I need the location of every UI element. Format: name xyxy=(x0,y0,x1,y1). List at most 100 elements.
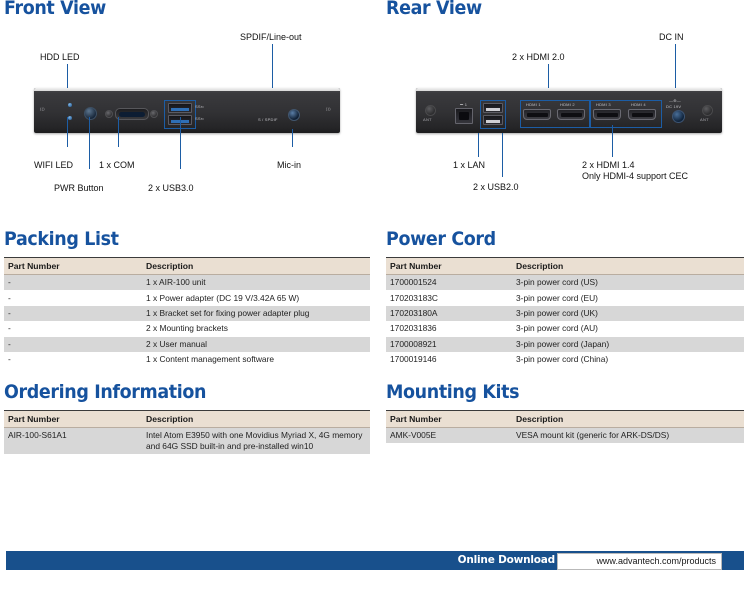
hdmi-port-4-inner xyxy=(631,112,653,117)
cell-description: 3-pin power cord (US) xyxy=(512,274,744,291)
power-cord-table: Part Number Description 1700001524 3-pin … xyxy=(386,257,744,368)
packing-list-thead: Part Number Description xyxy=(4,257,370,275)
front-panel-chassis: (() SS⇐ SS⇐ S / SPDIF))) xyxy=(34,88,340,133)
cell-part-number: - xyxy=(4,321,142,337)
dc-in-jack xyxy=(672,110,685,123)
callout-hdmi14: 2 x HDMI 1.4 Only HDMI-4 support CEC xyxy=(582,160,688,181)
callout-hdmi14-line2: Only HDMI-4 support CEC xyxy=(582,170,689,181)
front-left-marking: (() xyxy=(40,106,45,111)
cell-part-number: 1700019146 xyxy=(386,351,512,368)
col-description: Description xyxy=(142,410,370,428)
callout-hdmi20: 2 x HDMI 2.0 xyxy=(512,52,565,62)
mounting-kits-thead: Part Number Description xyxy=(386,410,744,428)
callout-line-hdmi14 xyxy=(612,125,613,157)
usb20-tongue-bottom xyxy=(486,119,500,123)
cell-description: 2 x User manual xyxy=(142,336,370,352)
cell-part-number: 170203180A xyxy=(386,305,512,322)
col-description: Description xyxy=(142,257,370,275)
cell-description: 3-pin power cord (UK) xyxy=(512,305,744,322)
cell-description: 3-pin power cord (Japan) xyxy=(512,336,744,352)
usb30-marking-bottom: SS⇐ xyxy=(195,116,205,121)
cell-part-number: - xyxy=(4,305,142,322)
hdmi-port-2 xyxy=(557,109,585,120)
online-download-url[interactable]: www.advantech.com/products xyxy=(596,556,716,566)
wifi-led-indicator xyxy=(68,116,72,120)
callout-spdif-lineout: SPDIF/Line-out xyxy=(240,32,302,42)
hdmi-port-1 xyxy=(523,109,551,120)
callout-line-mic-in xyxy=(292,129,293,147)
cell-description: 2 x Mounting brackets xyxy=(142,321,370,337)
packing-list-table: Part Number Description -1 x AIR-100 uni… xyxy=(4,257,370,368)
lan-port xyxy=(455,108,473,124)
callout-line-pwr-button xyxy=(89,117,90,169)
table-row: -2 x User manual xyxy=(4,336,370,352)
dc-voltage-marking: DC 19V xyxy=(666,104,682,109)
ordering-information-thead: Part Number Description xyxy=(4,410,370,428)
spdif-marking: S / SPDIF xyxy=(258,117,278,122)
cell-description: 1 x Content management software xyxy=(142,351,370,368)
usb30-port-top xyxy=(168,103,192,113)
col-part-number: Part Number xyxy=(386,410,512,428)
hdmi-port-3-inner xyxy=(596,112,618,117)
cell-part-number: - xyxy=(4,336,142,352)
hdmi-port-4 xyxy=(628,109,656,120)
mounting-kits-table: Part Number Description AMK-V005E VESA mo… xyxy=(386,410,744,444)
rear-chassis-top-edge xyxy=(416,88,722,91)
callout-mic-in: Mic-in xyxy=(277,160,301,170)
callout-line-wifi-led xyxy=(67,117,68,147)
callout-pwr-button: PWR Button xyxy=(54,183,104,193)
cell-part-number: AMK-V005E xyxy=(386,427,512,444)
cell-part-number: 1700008921 xyxy=(386,336,512,352)
table-row: 1700008921 3-pin power cord (Japan) xyxy=(386,336,744,352)
power-button[interactable] xyxy=(84,107,97,120)
cell-part-number: 170203183C xyxy=(386,290,512,306)
callout-usb20: 2 x USB2.0 xyxy=(473,182,519,192)
section-title-power-cord: Power Cord xyxy=(386,228,496,250)
col-part-number: Part Number xyxy=(4,410,142,428)
usb30-marking-top: SS⇐ xyxy=(195,104,205,109)
cell-part-number: 1702031836 xyxy=(386,321,512,337)
usb20-port-top xyxy=(483,103,503,113)
table-row: -1 x AIR-100 unit xyxy=(4,274,370,291)
hdmi-port-3 xyxy=(593,109,621,120)
cell-description: Intel Atom E3950 with one Movidius Myria… xyxy=(142,427,370,455)
col-description: Description xyxy=(512,257,744,275)
antenna-hole-right xyxy=(702,105,713,116)
lan-marking: ⎓ 1 xyxy=(460,102,468,107)
com-screw-right xyxy=(150,110,158,118)
com-port xyxy=(115,108,149,120)
cell-part-number: 1700001524 xyxy=(386,274,512,291)
cell-description: 3-pin power cord (China) xyxy=(512,351,744,368)
cell-description: VESA mount kit (generic for ARK-DS/DS) xyxy=(512,427,744,444)
table-row: -1 x Bracket set for fixing power adapte… xyxy=(4,305,370,322)
table-row: 170203183C 3-pin power cord (EU) xyxy=(386,290,744,306)
callout-hdmi14-line1: 2 x HDMI 1.4 xyxy=(582,160,635,170)
section-title-packing-list: Packing List xyxy=(4,228,119,250)
antenna-hole-left xyxy=(425,105,436,116)
table-row: -1 x Power adapter (DC 19 V/3.42A 65 W) xyxy=(4,290,370,306)
datasheet-page: Front View HDD LED SPDIF/Line-out (() SS… xyxy=(0,0,750,591)
cell-description: 1 x Bracket set for fixing power adapter… xyxy=(142,305,370,322)
col-part-number: Part Number xyxy=(386,257,512,275)
packing-list-tbody: -1 x AIR-100 unit -1 x Power adapter (DC … xyxy=(4,274,370,368)
table-row: -2 x Mounting brackets xyxy=(4,321,370,337)
hdd-led-indicator xyxy=(68,103,72,107)
power-cord-header-row: Part Number Description xyxy=(386,257,744,275)
cell-description: 1 x AIR-100 unit xyxy=(142,274,370,291)
table-row: 1702031836 3-pin power cord (AU) xyxy=(386,321,744,337)
spdif-lineout-jack xyxy=(288,109,300,121)
hdmi-port-1-inner xyxy=(526,112,548,117)
ant-label-right: ANT xyxy=(700,117,709,122)
table-row: 1700001524 3-pin power cord (US) xyxy=(386,274,744,291)
table-row: 1700019146 3-pin power cord (China) xyxy=(386,351,744,368)
front-right-marking: ))) xyxy=(326,106,331,111)
cell-description: 3-pin power cord (EU) xyxy=(512,290,744,306)
callout-com: 1 x COM xyxy=(99,160,135,170)
callout-line-usb20 xyxy=(502,133,503,177)
callout-usb30: 2 x USB3.0 xyxy=(148,183,194,193)
callout-hdd-led: HDD LED xyxy=(40,52,80,62)
ordering-information-header-row: Part Number Description xyxy=(4,410,370,428)
cell-part-number: - xyxy=(4,274,142,291)
section-title-mounting-kits: Mounting Kits xyxy=(386,381,520,403)
power-cord-tbody: 1700001524 3-pin power cord (US) 170203183… xyxy=(386,274,744,368)
